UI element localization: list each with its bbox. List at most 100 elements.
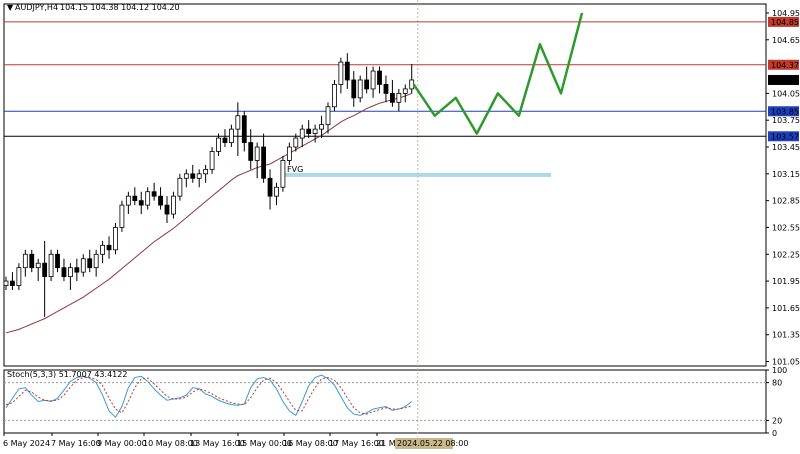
candle-body <box>29 253 35 269</box>
stoch-header: Stoch(5,3,3) 51.7007 43.4122 <box>7 370 127 379</box>
price-label-text: 104.85 <box>771 18 799 27</box>
candle-body <box>338 61 344 85</box>
stoch-tick-label: 100 <box>772 366 787 375</box>
candle-body <box>177 177 183 197</box>
candle-body <box>396 92 402 103</box>
price-tick-label: 101.35 <box>772 331 800 340</box>
main-plot-frame <box>3 3 767 367</box>
candle-body <box>319 124 324 130</box>
candle-body <box>74 267 80 273</box>
candle-body <box>55 253 60 269</box>
stoch-tick-label: 80 <box>772 379 782 388</box>
candle-body <box>216 137 221 152</box>
candle-body <box>383 84 389 94</box>
candle-body <box>248 142 254 161</box>
header-symbol: AUDJPY,H4 <box>15 3 58 12</box>
candle-body <box>389 92 395 103</box>
moving-average-line <box>5 92 412 334</box>
candle-body <box>151 191 157 197</box>
candle-body <box>164 204 170 215</box>
price-tick-label: 104.65 <box>772 36 800 45</box>
candle-body <box>100 244 105 255</box>
time-axis-label: 9 May 00:00 <box>97 439 147 448</box>
fvg-zone <box>282 172 551 177</box>
time-axis-label: 7 May 16:00 <box>51 439 101 448</box>
candle-body <box>61 267 67 278</box>
candle-body <box>370 70 376 90</box>
candle-body <box>332 84 337 108</box>
price-tick-label: 103.45 <box>772 143 800 152</box>
candle-body <box>119 204 125 228</box>
candle-body <box>106 244 112 251</box>
candle-body <box>299 128 305 139</box>
candle-body <box>325 106 331 126</box>
price-tick-label: 102.25 <box>772 250 800 259</box>
candle-body <box>377 70 382 85</box>
candle-body <box>113 227 118 251</box>
price-tick-label: 104.95 <box>772 9 800 18</box>
stoch-tick-label: 20 <box>772 416 782 425</box>
candle-body <box>228 128 234 143</box>
time-highlight-text: 2024.05.22 08:00 <box>397 439 468 448</box>
stoch-main-line <box>5 374 413 419</box>
forecast-path <box>412 12 584 135</box>
price-label-text: 104.37 <box>771 61 799 70</box>
candle-body <box>203 168 209 175</box>
candle-body <box>312 128 318 135</box>
candle-body <box>48 253 54 278</box>
price-tick-label: 103.15 <box>772 170 800 179</box>
price-tick-label: 102.55 <box>772 223 800 232</box>
candle-body <box>344 61 350 81</box>
time-axis-label: 6 May 2024 <box>3 439 50 448</box>
candle-body <box>409 79 415 90</box>
candle-body <box>222 137 228 143</box>
price-tick-label: 103.75 <box>772 116 800 125</box>
candle-body <box>235 115 241 130</box>
price-label-text: 103.57 <box>771 132 799 141</box>
chart-canvas: FVG 104.95 104.65 104.05 103.75 103.45 103.15 1… <box>3 0 800 449</box>
candle-body <box>35 262 41 269</box>
candle-body <box>158 195 163 206</box>
candle-body <box>280 160 286 188</box>
price-label-text: 104.20 <box>771 76 799 85</box>
candle-body <box>402 88 408 94</box>
candle-body <box>364 79 370 90</box>
price-tick-label: 104.05 <box>772 89 800 98</box>
candle-body <box>22 253 28 269</box>
candle-body <box>196 173 202 179</box>
fvg-label: FVG <box>287 165 303 174</box>
candle-body <box>209 151 215 170</box>
candle-body <box>293 137 299 148</box>
candle-body <box>286 146 292 161</box>
candle-body <box>190 173 196 179</box>
candle-body <box>42 262 48 278</box>
candle-body <box>241 115 247 143</box>
price-tick-label: 102.85 <box>772 197 800 206</box>
candle-body <box>138 200 144 206</box>
candle-body <box>261 146 267 179</box>
candle-body <box>274 186 279 197</box>
price-tick-label: 101.65 <box>772 304 800 313</box>
candle-body <box>267 177 273 197</box>
candle-body <box>351 79 357 99</box>
candle-body <box>16 267 22 286</box>
candle-body <box>93 253 99 269</box>
candle-body <box>3 280 9 286</box>
header-ohlc: 104.15 104.38 104.12 104.20 <box>60 3 180 12</box>
candle-body <box>80 258 86 273</box>
candle-body <box>357 79 363 99</box>
price-label-text: 103.85 <box>771 107 799 116</box>
candle-body <box>68 267 73 278</box>
candle-body <box>171 195 176 215</box>
candle-body <box>183 173 189 179</box>
price-tick-label: 101.95 <box>772 277 800 286</box>
stoch-tick-label: 0 <box>772 429 777 438</box>
candle-body <box>254 146 260 161</box>
candle-body <box>10 280 15 286</box>
candle-body <box>87 258 93 269</box>
header-arrow-icon: ▼ <box>7 3 14 12</box>
candle-body <box>132 195 138 202</box>
stoch-plot-frame <box>3 369 767 434</box>
candle-body <box>125 195 131 206</box>
candle-body <box>306 128 312 135</box>
